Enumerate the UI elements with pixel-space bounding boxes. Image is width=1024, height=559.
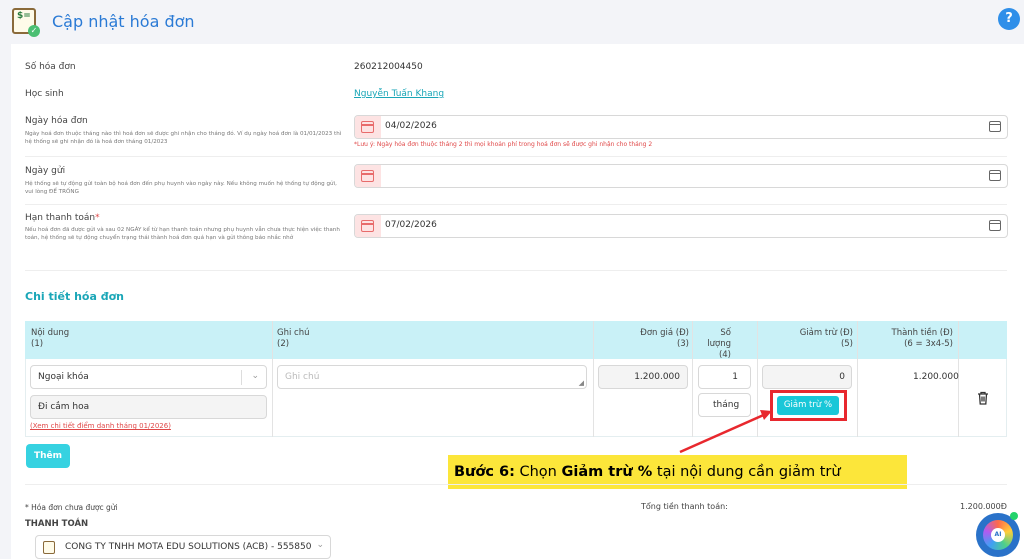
total-label: Tổng tiền thanh toán: bbox=[641, 502, 728, 511]
chevron-down-icon: ⌄ bbox=[316, 540, 324, 550]
total-value: 1.200.000Đ bbox=[960, 502, 1007, 511]
payment-title: THANH TOÁN bbox=[25, 519, 89, 529]
callout-step: Bước 6: bbox=[454, 464, 515, 480]
unsent-note: * Hóa đơn chưa được gửi bbox=[25, 503, 118, 512]
divider bbox=[25, 484, 1007, 485]
callout-bold: Giảm trừ % bbox=[561, 464, 653, 480]
callout-text-1: Chọn bbox=[514, 464, 562, 480]
bank-icon bbox=[43, 541, 55, 554]
callout-text-2: tại nội dung cần giảm trừ bbox=[652, 464, 841, 480]
ai-label: AI bbox=[991, 528, 1005, 542]
bank-value: CONG TY TNHH MOTA EDU SOLUTIONS (ACB) - … bbox=[65, 542, 311, 552]
online-status-dot bbox=[1010, 512, 1018, 520]
bank-select[interactable]: CONG TY TNHH MOTA EDU SOLUTIONS (ACB) - … bbox=[35, 535, 331, 559]
